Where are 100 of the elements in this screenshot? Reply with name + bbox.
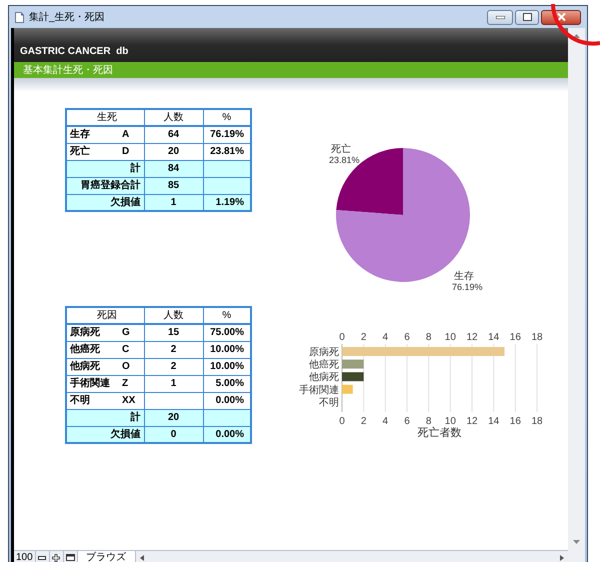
percent-cell: 10.00%: [210, 361, 244, 372]
tick-label: 6: [404, 332, 410, 343]
zoom-field[interactable]: 100: [14, 551, 36, 562]
tick-label: 16: [510, 416, 521, 427]
down-arrow-icon: [573, 540, 580, 544]
count-cell: 85: [168, 180, 180, 191]
category-label: 不明: [319, 397, 339, 408]
row-label: 不明: [70, 394, 91, 408]
row-code: XX: [122, 394, 136, 408]
percent-cell: 23.81%: [210, 146, 244, 157]
window-title: 集計_生死・死因: [29, 10, 105, 24]
tick-label: 6: [404, 416, 410, 427]
tick-label: 10: [444, 332, 456, 343]
row-label: 原病死: [70, 326, 101, 340]
tick-label: 4: [382, 332, 388, 343]
percent-cell: 0.00%: [216, 395, 244, 406]
minimize-icon: [496, 16, 504, 18]
count-cell: 1: [170, 378, 176, 389]
row-label: 胃癌登録合計: [80, 178, 140, 193]
tick-label: 18: [531, 332, 543, 343]
bar: [342, 360, 364, 369]
percent-cell: 76.19%: [210, 129, 244, 140]
category-label: 原病死: [309, 347, 339, 358]
tick-label: 16: [510, 332, 521, 343]
column-header: 死因: [97, 310, 117, 321]
category-label: 他癌死: [309, 360, 339, 371]
percent-cell: 75.00%: [210, 327, 244, 338]
row-label: 欠損値: [110, 196, 140, 210]
tick-label: 4: [382, 416, 388, 427]
slice-value: 76.19%: [452, 282, 483, 292]
column-header: 人数: [164, 310, 184, 321]
slice-value: 23.81%: [329, 155, 360, 165]
tick-label: 12: [466, 416, 478, 427]
window-icon: [66, 554, 75, 561]
column-header: 生死: [97, 112, 117, 123]
count-cell: 84: [168, 163, 180, 174]
tick-label: 12: [466, 332, 478, 343]
row-code: O: [122, 360, 130, 374]
layout-button[interactable]: [64, 551, 78, 562]
row-code: D: [122, 145, 130, 159]
row-code: A: [122, 128, 130, 142]
row-code: C: [122, 343, 130, 357]
bar: [342, 384, 353, 394]
count-cell: 0: [170, 428, 176, 440]
tick-label: 8: [426, 332, 432, 343]
row-label: 手術関連: [70, 376, 111, 391]
count-cell: 1: [170, 196, 176, 208]
row-label: 他病死: [70, 360, 101, 374]
count-cell: 64: [168, 129, 180, 140]
row-label: 計: [130, 410, 140, 425]
category-label: 手術関連: [299, 384, 339, 396]
axis-title: 死亡者数: [418, 427, 462, 439]
count-cell: 20: [168, 412, 180, 423]
tick-label: 14: [488, 416, 500, 427]
row-label: 欠損値: [110, 428, 140, 442]
left-arrow-icon: [140, 554, 144, 560]
category-label: 他病死: [309, 372, 339, 384]
row-code: G: [122, 326, 130, 340]
count-cell: 20: [168, 146, 180, 157]
percent-cell: 0.00%: [216, 428, 244, 440]
count-cell: 2: [170, 361, 176, 372]
app-title: GASTRIC CANCER db: [20, 45, 128, 59]
tick-label: 0: [339, 416, 345, 427]
tick-label: 10: [444, 416, 456, 427]
tick-label: 8: [426, 416, 432, 427]
column-header: 人数: [164, 112, 184, 123]
right-arrow-icon: [560, 554, 564, 560]
up-arrow-icon: [573, 34, 580, 38]
slice-label: 生存: [454, 271, 474, 282]
zoom-out-button[interactable]: [36, 551, 50, 562]
mode-tab[interactable]: ブラウズ: [78, 551, 136, 562]
tick-label: 18: [531, 416, 543, 427]
tick-label: 2: [360, 416, 366, 427]
plus-icon: [52, 554, 60, 562]
vertical-scrollbar[interactable]: [568, 28, 585, 562]
column-header: %: [222, 310, 232, 321]
close-button[interactable]: [541, 10, 581, 24]
minimize-button[interactable]: [487, 10, 513, 24]
bar: [342, 372, 364, 382]
percent-cell: 1.19%: [216, 196, 244, 208]
row-label: 他癌死: [70, 342, 101, 357]
column-header: %: [222, 112, 232, 123]
percent-cell: 10.00%: [210, 344, 244, 355]
maximize-icon: [522, 13, 532, 21]
maximize-button[interactable]: [515, 10, 539, 24]
document-icon: [15, 12, 24, 22]
row-label: 生存: [70, 128, 91, 142]
tick-label: 0: [339, 332, 345, 343]
zoom-in-button[interactable]: [50, 551, 64, 562]
count-cell: 15: [168, 327, 180, 338]
row-label: 計: [130, 162, 140, 176]
row-code: Z: [122, 377, 128, 391]
slice-label: 死亡: [331, 144, 351, 155]
minus-icon: [38, 556, 46, 560]
row-label: 死亡: [70, 144, 91, 159]
section-title: 基本集計生死・死因: [23, 64, 113, 78]
tick-label: 14: [488, 332, 500, 343]
percent-cell: 5.00%: [216, 378, 244, 389]
tick-label: 2: [360, 332, 366, 343]
count-cell: 2: [170, 344, 176, 355]
